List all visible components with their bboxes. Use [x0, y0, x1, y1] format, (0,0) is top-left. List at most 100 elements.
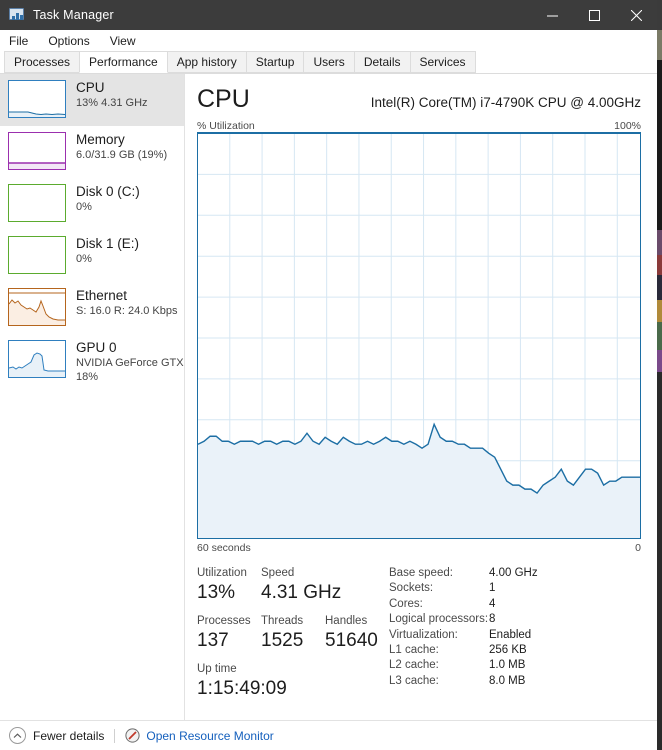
stat-label: Handles	[325, 615, 368, 627]
task-manager-icon	[9, 7, 25, 23]
sidebar-item-ethernet[interactable]: Ethernet S: 16.0 R: 24.0 Kbps	[0, 282, 184, 334]
spec-value: 4.00 GHz	[489, 567, 538, 579]
performance-detail-panel: CPU Intel(R) Core(TM) i7-4790K CPU @ 4.0…	[185, 74, 657, 720]
tab-details[interactable]: Details	[353, 51, 411, 73]
panel-header: CPU Intel(R) Core(TM) i7-4790K CPU @ 4.0…	[197, 84, 641, 114]
stat-handles: Handles 51640	[325, 614, 389, 653]
stat-value: 137	[197, 630, 229, 651]
cpu-model-label: Intel(R) Core(TM) i7-4790K CPU @ 4.00GHz	[370, 95, 641, 110]
stat-label: Threads	[261, 615, 304, 627]
tab-strip: Processes Performance App history Startu…	[0, 51, 657, 74]
sidebar-item-detail: 0%	[76, 253, 92, 265]
stat-value: 13%	[197, 582, 236, 603]
tab-performance[interactable]: Performance	[79, 51, 168, 73]
tab-processes[interactable]: Processes	[4, 51, 81, 73]
tab-services[interactable]: Services	[409, 51, 476, 73]
stat-row: Up time 1:15:49:09	[197, 662, 389, 701]
divider	[114, 728, 116, 743]
spec-key: L2 cache:	[389, 659, 439, 672]
spec-key: Virtualization:	[389, 628, 458, 641]
sidebar-item-detail: NVIDIA GeForce GTX 970	[76, 357, 184, 369]
x-axis-start-label: 60 seconds	[197, 542, 251, 554]
stat-value: 4.31 GHz	[261, 582, 342, 603]
memory-thumbnail	[8, 132, 66, 170]
stat-uptime: Up time 1:15:49:09	[197, 662, 287, 701]
spec-key: Base speed:	[389, 567, 453, 579]
spec-row: Cores: 4	[389, 597, 641, 612]
sidebar-item-detail: 6.0/31.9 GB (19%)	[76, 149, 168, 161]
primary-statistics: Utilization 13% Speed 4.31 GHz Processes…	[197, 566, 389, 710]
sidebar-item-gpu0[interactable]: GPU 0 NVIDIA GeForce GTX 970 18%	[0, 334, 184, 386]
sidebar-item-label: GPU 0	[76, 340, 117, 355]
spec-value: 4	[489, 597, 496, 610]
stat-speed: Speed 4.31 GHz	[261, 566, 342, 605]
stat-row: Utilization 13% Speed 4.31 GHz	[197, 566, 389, 605]
stat-utilization: Utilization 13%	[197, 566, 261, 605]
maximize-button[interactable]	[573, 0, 615, 30]
sidebar-item-memory[interactable]: Memory 6.0/31.9 GB (19%)	[0, 126, 184, 178]
chart-svg	[198, 134, 640, 538]
spec-key: Logical processors:	[389, 613, 489, 626]
tab-startup[interactable]: Startup	[245, 51, 305, 73]
spec-row: L1 cache: 256 KB	[389, 643, 641, 658]
sidebar-item-label: Disk 1 (E:)	[76, 236, 140, 251]
statistics-area: Utilization 13% Speed 4.31 GHz Processes…	[197, 566, 641, 710]
spec-row: L3 cache: 8.0 MB	[389, 674, 641, 689]
chevron-up-icon	[9, 727, 26, 744]
sidebar-item-detail: 0%	[76, 201, 92, 213]
stat-label: Utilization	[197, 567, 247, 579]
sidebar-item-detail: 13% 4.31 GHz	[76, 97, 148, 109]
gpu-thumbnail	[8, 340, 66, 378]
cpu-thumbnail	[8, 80, 66, 118]
minimize-button[interactable]	[531, 0, 573, 30]
sidebar-item-cpu[interactable]: CPU 13% 4.31 GHz	[0, 74, 184, 126]
menu-item-options[interactable]: Options	[46, 32, 98, 50]
menu-item-view[interactable]: View	[108, 32, 145, 50]
stat-processes: Processes 137	[197, 614, 261, 653]
spec-value: 1	[489, 582, 496, 595]
disk0-thumbnail	[8, 184, 66, 222]
close-button[interactable]	[615, 0, 657, 30]
spec-row: Virtualization: Enabled	[389, 628, 641, 643]
resource-sidebar[interactable]: CPU 13% 4.31 GHz Memory 6.0/31.9 GB (19%…	[0, 74, 185, 720]
chart-axis-top: % Utilization 100%	[197, 120, 641, 132]
content-area: CPU 13% 4.31 GHz Memory 6.0/31.9 GB (19%…	[0, 74, 657, 720]
menu-item-file[interactable]: File	[7, 32, 37, 50]
open-resource-monitor-link[interactable]: Open Resource Monitor	[125, 728, 274, 743]
spec-row: Sockets: 1	[389, 581, 641, 596]
stat-threads: Threads 1525	[261, 614, 325, 653]
sidebar-item-disk1[interactable]: Disk 1 (E:) 0%	[0, 230, 184, 282]
spec-row: Logical processors: 8	[389, 612, 641, 627]
desktop-background-strip	[657, 0, 662, 750]
stat-label: Processes	[197, 615, 251, 627]
menu-bar: File Options View	[0, 30, 657, 52]
cpu-utilization-chart[interactable]	[197, 132, 641, 539]
spec-value: Enabled	[489, 628, 532, 641]
sidebar-item-label: Memory	[76, 132, 125, 147]
spec-key: L3 cache:	[389, 674, 439, 687]
x-axis-end-label: 0	[635, 542, 641, 554]
sidebar-item-detail-secondary: 18%	[76, 371, 99, 383]
ethernet-thumbnail	[8, 288, 66, 326]
spec-key: L1 cache:	[389, 644, 439, 657]
tab-users[interactable]: Users	[303, 51, 355, 73]
stat-label: Up time	[197, 663, 237, 675]
sidebar-item-disk0[interactable]: Disk 0 (C:) 0%	[0, 178, 184, 230]
spec-value: 8.0 MB	[489, 674, 526, 687]
tab-app-history[interactable]: App history	[166, 51, 247, 73]
cpu-specs-list: Base speed: 4.00 GHz Sockets: 1 Cores: 4…	[389, 566, 641, 710]
window-controls	[531, 0, 657, 30]
y-axis-label: % Utilization	[197, 120, 255, 132]
stat-label: Speed	[261, 567, 295, 579]
stat-row: Processes 137 Threads 1525 Handles 51640	[197, 614, 389, 653]
spec-value: 8	[489, 613, 496, 626]
sidebar-item-label: Disk 0 (C:)	[76, 184, 140, 199]
task-manager-window: Task Manager File Options View Processes…	[0, 0, 657, 750]
disk1-thumbnail	[8, 236, 66, 274]
spec-value: 256 KB	[489, 644, 527, 657]
chart-axis-bottom: 60 seconds 0	[197, 542, 641, 554]
spec-key: Cores:	[389, 597, 423, 610]
sidebar-item-detail: S: 16.0 R: 24.0 Kbps	[76, 305, 178, 317]
fewer-details-button[interactable]: Fewer details	[9, 727, 104, 744]
resource-monitor-icon	[125, 728, 140, 743]
